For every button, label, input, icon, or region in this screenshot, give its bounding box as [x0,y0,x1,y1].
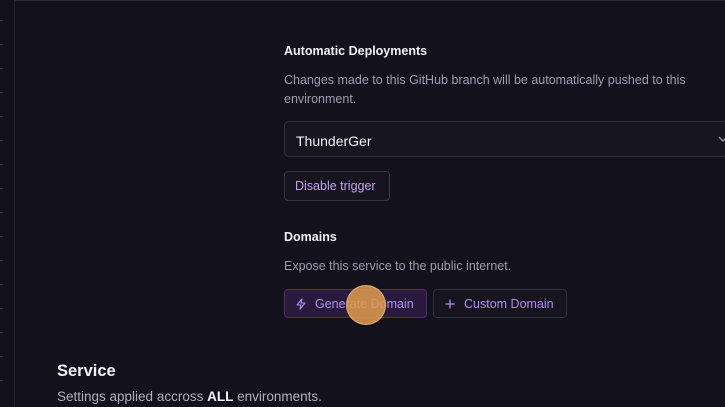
rail-tick [0,380,3,381]
custom-domain-button[interactable]: Custom Domain [433,289,567,318]
rail-tick [0,20,3,21]
left-rail [0,0,15,407]
rail-tick [0,332,3,333]
rail-tick [0,164,3,165]
custom-domain-label: Custom Domain [464,296,554,311]
rail-tick [0,236,3,237]
domains-description: Expose this service to the public intern… [284,259,512,273]
disable-trigger-button[interactable]: Disable trigger [284,171,390,201]
service-description: Settings applied accross ALL environment… [57,389,322,404]
branch-select-value: ThunderGer [296,133,372,149]
auto-deploy-heading: Automatic Deployments [284,44,428,58]
cursor-indicator [346,285,386,325]
rail-tick [0,260,3,261]
plus-icon [445,299,455,308]
rail-tick [0,212,3,213]
rail-tick [0,68,3,69]
rail-tick [0,140,3,141]
rail-tick [0,44,3,45]
rail-tick [0,92,3,93]
service-title: Service [57,362,116,380]
service-desc-bold: ALL [207,389,234,404]
rail-tick [0,116,3,117]
disable-trigger-label: Disable trigger [295,179,376,193]
rail-tick [0,284,3,285]
branch-select[interactable]: ThunderGer [284,121,725,157]
rail-tick [0,308,3,309]
service-desc-before: Settings applied accross [57,389,208,404]
lightning-icon [296,297,306,310]
service-desc-after: environments. [233,389,322,404]
auto-deploy-description: Changes made to this GitHub branch will … [284,73,686,106]
top-border [0,0,725,1]
rail-tick [0,356,3,357]
rail-tick [0,188,3,189]
domains-heading: Domains [284,230,337,244]
chevron-down-icon [718,136,725,142]
